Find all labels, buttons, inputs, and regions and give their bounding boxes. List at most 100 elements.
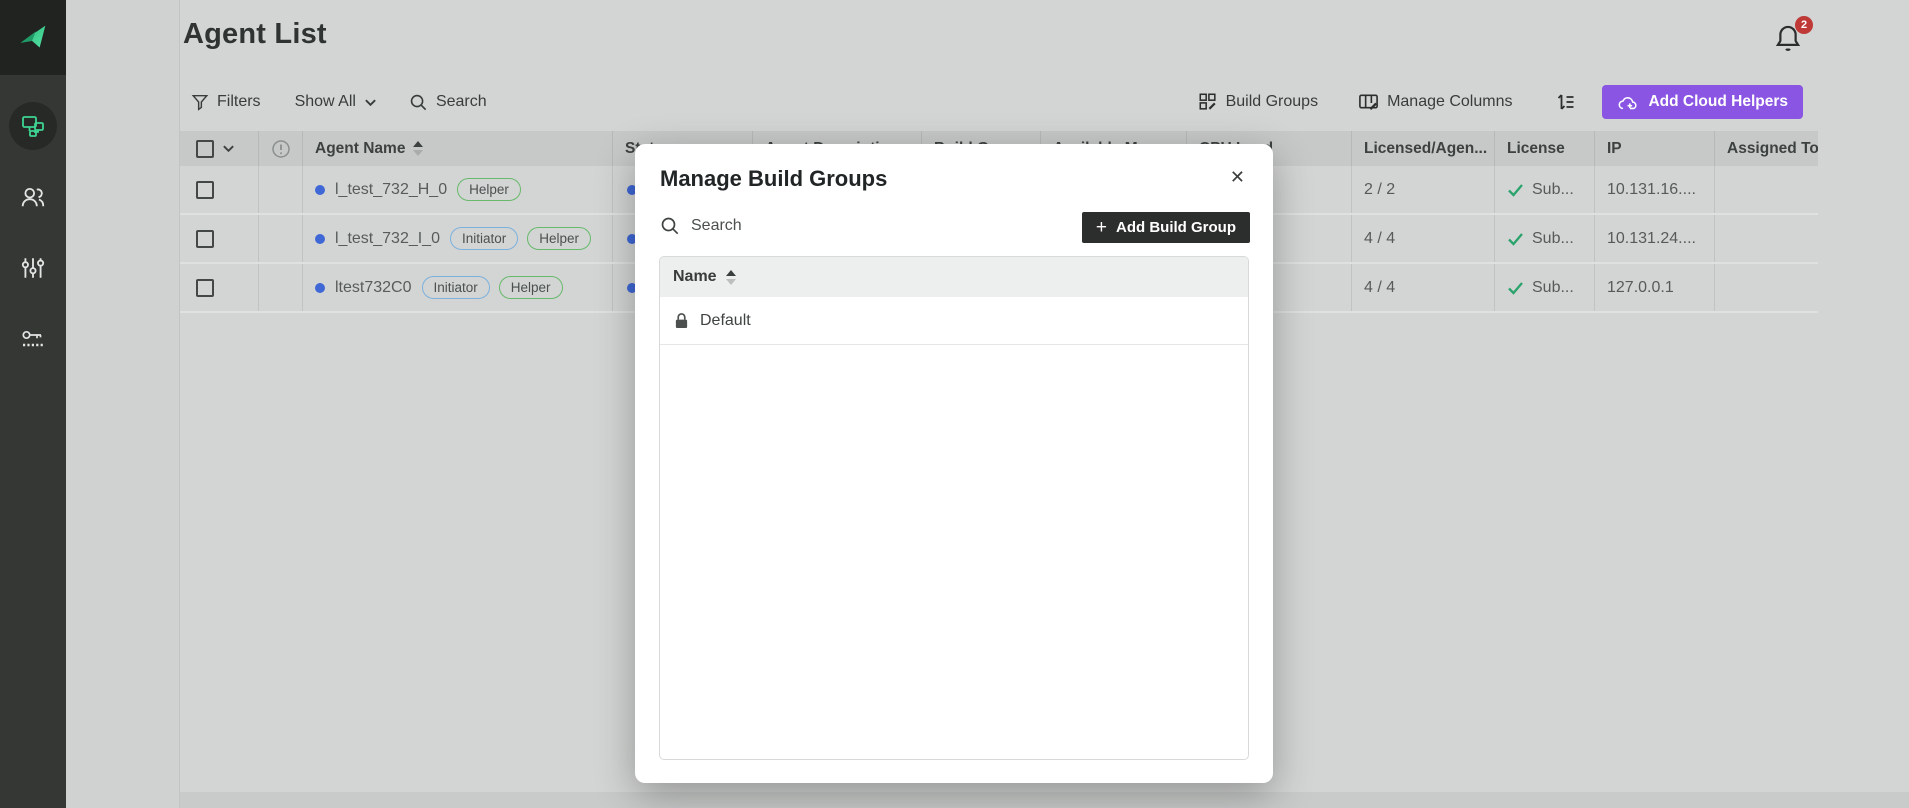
build-group-row[interactable]: Default bbox=[660, 297, 1248, 345]
manage-columns-label: Manage Columns bbox=[1387, 93, 1512, 111]
sort-carets-icon[interactable] bbox=[413, 141, 423, 156]
sidebar-item-agents[interactable] bbox=[9, 102, 57, 150]
manage-build-groups-modal: Manage Build Groups ✕ Search + Add Build… bbox=[635, 144, 1273, 783]
sort-carets-icon[interactable] bbox=[726, 270, 736, 285]
assigned-cell bbox=[1715, 264, 1818, 311]
assigned-cell bbox=[1715, 166, 1818, 213]
tag-helper: Helper bbox=[499, 276, 563, 299]
sort-lines-icon bbox=[1556, 92, 1576, 112]
sidebar-item-licenses[interactable] bbox=[9, 315, 57, 363]
select-menu-chevron-icon[interactable] bbox=[222, 144, 235, 153]
agent-name-cell: l_test_732_H_0 Helper bbox=[303, 166, 613, 213]
license-cell: Sub... bbox=[1495, 264, 1595, 311]
search-icon bbox=[660, 216, 680, 236]
tag-helper: Helper bbox=[527, 227, 591, 250]
search-label: Search bbox=[436, 93, 487, 111]
name-column-label: Name bbox=[673, 268, 717, 286]
col-license[interactable]: License bbox=[1495, 131, 1595, 166]
select-all-cell bbox=[180, 131, 259, 166]
licensed-cell: 4 / 4 bbox=[1352, 215, 1495, 262]
ip-cell: 127.0.0.1 bbox=[1595, 264, 1715, 311]
table-search-button[interactable]: Search bbox=[409, 93, 487, 112]
build-groups-icon bbox=[1198, 92, 1218, 112]
row-checkbox[interactable] bbox=[196, 230, 214, 248]
build-groups-button[interactable]: Build Groups bbox=[1198, 92, 1319, 112]
show-all-label: Show All bbox=[295, 93, 356, 111]
col-licensed-label: Licensed/Agen... bbox=[1364, 140, 1487, 158]
toolbar-right: Build Groups Manage Columns bbox=[1198, 85, 1803, 119]
alert-cell bbox=[259, 215, 303, 262]
agent-dot-icon bbox=[315, 185, 325, 195]
select-all-checkbox[interactable] bbox=[196, 140, 214, 158]
licensed-cell: 4 / 4 bbox=[1352, 264, 1495, 311]
modal-title: Manage Build Groups bbox=[660, 166, 887, 192]
col-ip-label: IP bbox=[1607, 140, 1622, 158]
add-build-group-button[interactable]: + Add Build Group bbox=[1082, 212, 1250, 243]
sidebar bbox=[0, 0, 66, 808]
ip-cell: 10.131.16.... bbox=[1595, 166, 1715, 213]
row-checkbox[interactable] bbox=[196, 181, 214, 199]
agent-name-cell: ltest732C0 Initiator Helper bbox=[303, 264, 613, 311]
tag-initiator: Initiator bbox=[422, 276, 490, 299]
cloud-plus-icon bbox=[1617, 94, 1639, 111]
assigned-cell bbox=[1715, 215, 1818, 262]
key-icon bbox=[19, 325, 47, 353]
license-cell: Sub... bbox=[1495, 166, 1595, 213]
sliders-icon bbox=[20, 255, 46, 281]
license-value: Sub... bbox=[1532, 279, 1574, 297]
filters-label: Filters bbox=[217, 93, 261, 111]
users-icon bbox=[20, 184, 46, 210]
row-density-button[interactable] bbox=[1556, 92, 1576, 112]
app-logo[interactable] bbox=[0, 0, 66, 75]
manage-columns-icon bbox=[1358, 92, 1379, 112]
show-all-dropdown[interactable]: Show All bbox=[295, 93, 377, 111]
col-ip[interactable]: IP bbox=[1595, 131, 1715, 166]
modal-close-button[interactable]: ✕ bbox=[1224, 162, 1251, 192]
filter-funnel-icon bbox=[191, 93, 209, 111]
alert-cell bbox=[259, 264, 303, 311]
add-build-group-label: Add Build Group bbox=[1116, 219, 1236, 236]
col-agent-name[interactable]: Agent Name bbox=[303, 131, 613, 166]
build-groups-label: Build Groups bbox=[1226, 93, 1319, 111]
add-cloud-helpers-label: Add Cloud Helpers bbox=[1648, 93, 1788, 111]
tag-initiator: Initiator bbox=[450, 227, 518, 250]
lock-icon bbox=[674, 312, 689, 329]
check-icon bbox=[1507, 281, 1524, 295]
check-icon bbox=[1507, 232, 1524, 246]
build-groups-name-header[interactable]: Name bbox=[660, 257, 1248, 297]
row-checkbox[interactable] bbox=[196, 279, 214, 297]
col-licensed[interactable]: Licensed/Agen... bbox=[1352, 131, 1495, 166]
ip-cell: 10.131.24.... bbox=[1595, 215, 1715, 262]
agent-name: ltest732C0 bbox=[335, 279, 412, 297]
sidebar-item-users[interactable] bbox=[9, 173, 57, 221]
sidebar-nav bbox=[0, 102, 66, 363]
alert-cell bbox=[259, 166, 303, 213]
alert-column-header bbox=[259, 131, 303, 166]
col-agent-name-label: Agent Name bbox=[315, 140, 405, 158]
filters-button[interactable]: Filters bbox=[191, 93, 261, 111]
license-cell: Sub... bbox=[1495, 215, 1595, 262]
agent-dot-icon bbox=[315, 234, 325, 244]
notifications-button[interactable]: 2 bbox=[1773, 22, 1807, 56]
agent-name: l_test_732_H_0 bbox=[335, 181, 447, 199]
col-assigned-to[interactable]: Assigned To bbox=[1715, 131, 1818, 166]
modal-search-placeholder: Search bbox=[691, 217, 742, 235]
agent-name: l_test_732_I_0 bbox=[335, 230, 440, 248]
agent-dot-icon bbox=[315, 283, 325, 293]
col-license-label: License bbox=[1507, 140, 1565, 158]
alert-circle-icon bbox=[271, 139, 291, 159]
license-value: Sub... bbox=[1532, 181, 1574, 199]
licensed-cell: 2 / 2 bbox=[1352, 166, 1495, 213]
col-assigned-to-label: Assigned To bbox=[1727, 140, 1818, 158]
sidebar-item-settings[interactable] bbox=[9, 244, 57, 292]
chevron-down-icon bbox=[364, 98, 377, 107]
agents-icon bbox=[20, 113, 46, 139]
brand-logo-icon bbox=[14, 19, 52, 57]
check-icon bbox=[1507, 183, 1524, 197]
build-groups-table: Name Default bbox=[659, 256, 1249, 760]
manage-columns-button[interactable]: Manage Columns bbox=[1358, 92, 1512, 112]
agent-name-cell: l_test_732_I_0 Initiator Helper bbox=[303, 215, 613, 262]
modal-search-input[interactable]: Search bbox=[660, 216, 1040, 236]
add-cloud-helpers-button[interactable]: Add Cloud Helpers bbox=[1602, 85, 1803, 119]
page-title: Agent List bbox=[183, 18, 327, 51]
